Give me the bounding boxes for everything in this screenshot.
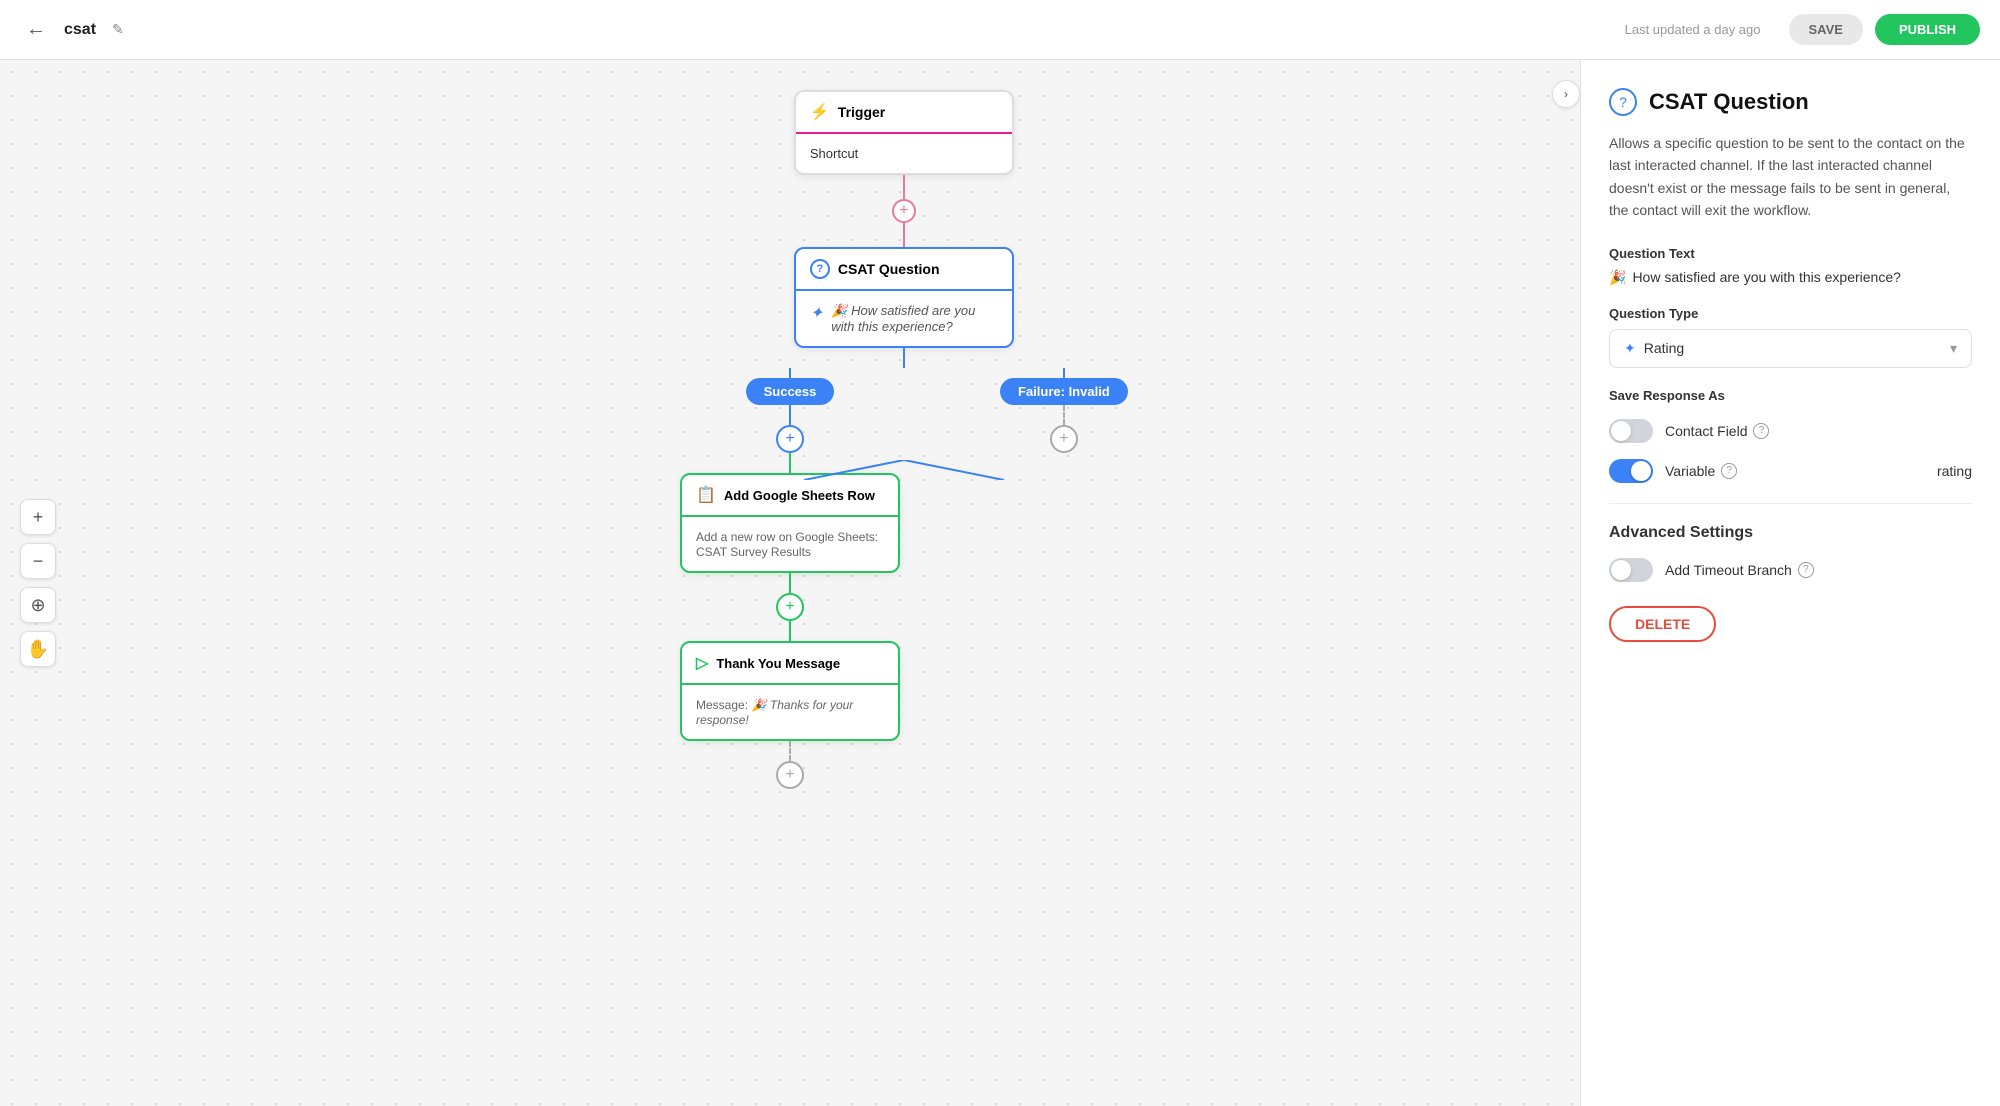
connector-trigger-csat: +	[892, 175, 916, 247]
thankyou-node-body: Message: 🎉 Thanks for your response!	[682, 685, 898, 739]
branch-row: Success + 📋 Add Google Sheets Row Add a …	[680, 368, 1128, 789]
back-button[interactable]: ←	[20, 12, 52, 47]
add-node-success-button[interactable]: +	[776, 425, 804, 453]
sheets-label: Add Google Sheets Row	[724, 488, 875, 503]
advanced-settings-label: Advanced Settings	[1609, 524, 1972, 542]
trigger-icon: ⚡	[810, 102, 830, 122]
csat-label: CSAT Question	[838, 261, 940, 277]
google-sheets-node[interactable]: 📋 Add Google Sheets Row Add a new row on…	[680, 473, 900, 573]
thankyou-node[interactable]: ▷ Thank You Message Message: 🎉 Thanks fo…	[680, 641, 900, 741]
thankyou-icon: ▷	[696, 653, 708, 673]
save-button[interactable]: SAVE	[1789, 14, 1863, 45]
panel-title: CSAT Question	[1649, 89, 1809, 115]
question-text: How satisfied are you with this experien…	[1632, 269, 1900, 285]
sheets-node-header: 📋 Add Google Sheets Row	[682, 475, 898, 517]
question-type-label: Question Type	[1609, 306, 1972, 321]
workflow-canvas[interactable]: › + − ⊕ ✋ ⚡ Trigger Shortcut	[0, 60, 1580, 1106]
main-layout: › + − ⊕ ✋ ⚡ Trigger Shortcut	[0, 60, 2000, 1106]
timeout-branch-row: Add Timeout Branch ?	[1609, 558, 1972, 582]
add-node-failure-button[interactable]: +	[1050, 425, 1078, 453]
trigger-node[interactable]: ⚡ Trigger Shortcut	[794, 90, 1014, 175]
trigger-label: Trigger	[838, 104, 885, 120]
thankyou-prefix: Message:	[696, 698, 748, 712]
branch-connector	[903, 348, 905, 368]
failure-badge: Failure: Invalid	[1000, 378, 1128, 405]
success-branch: Success + 📋 Add Google Sheets Row Add a …	[680, 368, 900, 789]
panel-title-row: ? CSAT Question	[1609, 88, 1972, 116]
last-updated-text: Last updated a day ago	[1625, 22, 1761, 37]
chevron-down-icon: ▾	[1950, 340, 1957, 357]
flow-inner: ⚡ Trigger Shortcut + ?	[680, 90, 1128, 789]
csat-node-body: ✦ 🎉 How satisfied are you with this expe…	[796, 291, 1012, 346]
right-panel: ? CSAT Question Allows a specific questi…	[1580, 60, 2000, 1106]
contact-field-toggle[interactable]	[1609, 419, 1653, 443]
question-type-value: Rating	[1644, 340, 1684, 356]
variable-toggle[interactable]	[1609, 459, 1653, 483]
failure-branch: Failure: Invalid +	[1000, 368, 1128, 453]
csat-icon: ?	[810, 259, 830, 279]
panel-divider	[1609, 503, 1972, 504]
timeout-branch-label: Add Timeout Branch ?	[1665, 562, 1814, 578]
timeout-help-icon[interactable]: ?	[1798, 562, 1814, 578]
add-node-after-sheets-button[interactable]: +	[776, 593, 804, 621]
timeout-toggle[interactable]	[1609, 558, 1653, 582]
collapse-panel-button[interactable]: ›	[1552, 80, 1580, 108]
edit-title-button[interactable]: ✎	[108, 17, 128, 42]
header: ← csat ✎ Last updated a day ago SAVE PUB…	[0, 0, 2000, 60]
sheets-icon: 📋	[696, 485, 716, 505]
question-text-value: 🎉 How satisfied are you with this experi…	[1609, 269, 1972, 286]
contact-field-label: Contact Field ?	[1665, 423, 1769, 439]
csat-node-header: ? CSAT Question	[796, 249, 1012, 291]
trigger-node-body: Shortcut	[796, 134, 1012, 173]
connector-line-2	[903, 223, 905, 247]
rating-icon: ✦	[1624, 340, 1636, 357]
panel-description: Allows a specific question to be sent to…	[1609, 132, 1972, 222]
thankyou-label: Thank You Message	[716, 656, 840, 671]
variable-value: rating	[1937, 463, 1972, 479]
variable-label: Variable ?	[1665, 463, 1737, 479]
publish-button[interactable]: PUBLISH	[1875, 14, 1980, 45]
sheets-description: Add a new row on Google Sheets: CSAT Sur…	[696, 530, 878, 559]
csat-question-node[interactable]: ? CSAT Question ✦ 🎉 How satisfied are yo…	[794, 247, 1014, 348]
page-title: csat	[64, 21, 96, 39]
trigger-shortcut: Shortcut	[810, 146, 858, 161]
question-text-icon: 🎉	[1609, 269, 1626, 286]
panel-icon: ?	[1609, 88, 1637, 116]
question-type-dropdown[interactable]: ✦ Rating ▾	[1609, 329, 1972, 368]
contact-field-help-icon[interactable]: ?	[1753, 423, 1769, 439]
thankyou-node-header: ▷ Thank You Message	[682, 643, 898, 685]
add-node-after-thankyou-button[interactable]: +	[776, 761, 804, 789]
connector-line-1	[903, 175, 905, 199]
delete-button[interactable]: DELETE	[1609, 606, 1716, 642]
success-badge: Success	[746, 378, 835, 405]
sheets-node-body: Add a new row on Google Sheets: CSAT Sur…	[682, 517, 898, 571]
question-text-label: Question Text	[1609, 246, 1972, 261]
flow-container: ⚡ Trigger Shortcut + ?	[0, 60, 1580, 1106]
trigger-node-header: ⚡ Trigger	[796, 92, 1012, 134]
csat-question-text: 🎉 How satisfied are you with this experi…	[831, 303, 998, 334]
contact-field-row: Contact Field ?	[1609, 419, 1972, 443]
add-node-button-1[interactable]: +	[892, 199, 916, 223]
csat-star-icon: ✦	[810, 303, 823, 323]
variable-row: Variable ? rating	[1609, 459, 1972, 483]
save-response-label: Save Response As	[1609, 388, 1972, 403]
variable-help-icon[interactable]: ?	[1721, 463, 1737, 479]
